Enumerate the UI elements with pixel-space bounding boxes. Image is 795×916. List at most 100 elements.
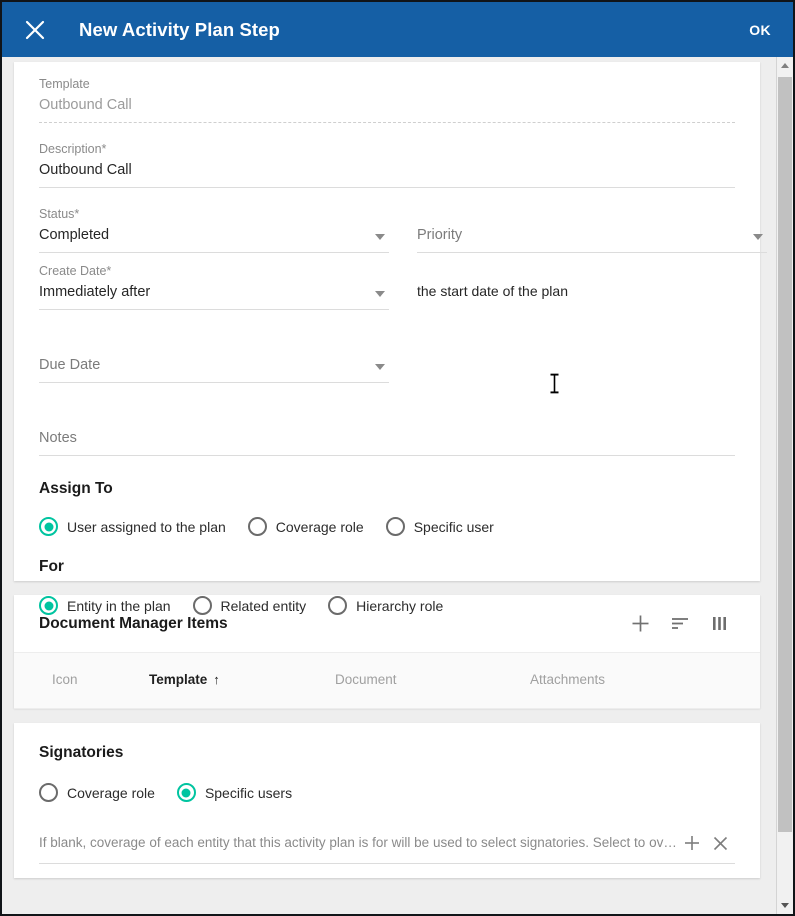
column-header-document[interactable]: Document — [335, 672, 397, 687]
priority-underline — [417, 252, 767, 253]
chevron-down-icon[interactable] — [753, 234, 763, 240]
signatories-input-underline — [39, 863, 735, 864]
column-header-attachments[interactable]: Attachments — [530, 672, 605, 687]
notes-input[interactable]: Notes — [39, 425, 735, 449]
status-field[interactable]: Status* Completed — [39, 206, 389, 253]
notes-underline — [39, 455, 735, 456]
description-underline — [39, 187, 735, 188]
template-value: Outbound Call — [39, 97, 132, 113]
dialog-window: New Activity Plan Step OK Template Outbo… — [0, 0, 795, 916]
sort-ascending-icon: ↑ — [213, 672, 220, 687]
notes-field[interactable]: Notes — [39, 383, 735, 456]
create-date-field[interactable]: Create Date* Immediately after — [39, 263, 389, 310]
columns-button[interactable] — [700, 605, 740, 643]
create-date-helper-text: the start date of the plan — [417, 283, 568, 299]
status-value[interactable]: Completed — [39, 222, 389, 246]
plus-icon — [684, 836, 699, 850]
close-icon — [25, 20, 45, 39]
vertical-scrollbar[interactable] — [776, 57, 793, 914]
column-spacer — [389, 263, 417, 310]
radio-selected-icon — [39, 596, 58, 615]
priority-field[interactable]: Priority — [417, 206, 767, 253]
sort-button[interactable] — [660, 605, 700, 643]
assign-to-option-specific-user[interactable]: Specific user — [385, 517, 494, 536]
create-date-row: Create Date* Immediately after the start… — [39, 253, 735, 310]
radio-unselected-icon — [39, 783, 58, 802]
signatories-radio-group: Coverage role Specific users — [39, 763, 735, 802]
signatories-input[interactable]: If blank, coverage of each entity that t… — [39, 832, 677, 854]
due-date-field[interactable]: Due Date — [39, 336, 389, 383]
add-document-button[interactable] — [620, 605, 660, 643]
description-input[interactable]: Outbound Call — [39, 157, 735, 181]
priority-label — [417, 206, 767, 222]
chevron-down-icon[interactable] — [375, 234, 385, 240]
for-option-entity-in-plan[interactable]: Entity in the plan — [39, 596, 171, 615]
assign-to-section: Assign To User assigned to the plan Cove… — [39, 456, 735, 536]
create-date-value[interactable]: Immediately after — [39, 279, 389, 303]
scroll-down-arrow-icon — [781, 903, 789, 908]
columns-icon — [713, 617, 726, 630]
radio-label: Related entity — [220, 597, 307, 614]
signatories-title: Signatories — [39, 744, 124, 761]
scroll-up-button[interactable] — [777, 57, 793, 74]
assign-to-title: Assign To — [39, 480, 113, 497]
radio-unselected-icon — [247, 517, 267, 536]
column-header-label: Attachments — [530, 672, 606, 687]
assign-to-option-user-assigned[interactable]: User assigned to the plan — [39, 517, 226, 536]
due-date-row: Due Date — [39, 310, 735, 383]
signatories-option-coverage-role[interactable]: Coverage role — [39, 783, 155, 802]
description-field[interactable]: Description* Outbound Call — [39, 132, 735, 196]
radio-unselected-icon — [328, 596, 348, 615]
column-header-template[interactable]: Template ↑ — [149, 672, 220, 687]
for-title: For — [39, 558, 64, 575]
due-date-label — [39, 336, 389, 352]
scroll-down-button[interactable] — [777, 897, 793, 914]
template-underline — [39, 122, 735, 123]
chevron-down-icon[interactable] — [375, 364, 385, 370]
signatories-card: Signatories Coverage role Specific users… — [14, 723, 760, 878]
due-date-value[interactable]: Due Date — [39, 352, 389, 376]
status-priority-row: Status* Completed Priority — [39, 196, 767, 253]
ok-button[interactable]: OK — [747, 18, 773, 42]
close-icon — [713, 836, 728, 850]
activity-step-form-card: Template Outbound Call Description* Outb… — [14, 62, 767, 615]
radio-label: Coverage role — [67, 784, 155, 801]
signatories-option-specific-users[interactable]: Specific users — [176, 783, 293, 802]
document-manager-actions — [620, 605, 740, 643]
notes-label — [39, 409, 735, 425]
assign-to-radio-group: User assigned to the plan Coverage role … — [39, 499, 735, 536]
priority-value[interactable]: Priority — [417, 222, 767, 246]
for-option-hierarchy-role[interactable]: Hierarchy role — [328, 596, 443, 615]
plus-icon — [632, 615, 648, 632]
for-option-related-entity[interactable]: Related entity — [192, 596, 307, 615]
radio-label: Coverage role — [275, 518, 364, 535]
column-spacer — [389, 336, 417, 383]
radio-label: Hierarchy role — [356, 597, 444, 614]
radio-selected-icon — [39, 517, 58, 536]
scrollbar-thumb[interactable] — [778, 77, 792, 832]
close-button[interactable] — [18, 13, 52, 47]
radio-label: Specific users — [204, 784, 293, 801]
column-header-label: Template — [149, 672, 208, 687]
page-title: New Activity Plan Step — [79, 18, 280, 40]
signatories-clear-button[interactable] — [706, 830, 735, 856]
description-label: Description* — [39, 142, 107, 156]
radio-unselected-icon — [385, 517, 405, 536]
sort-icon — [671, 618, 688, 629]
chevron-down-icon[interactable] — [375, 291, 385, 297]
status-underline — [39, 252, 389, 253]
column-header-label: Document — [335, 672, 397, 687]
column-spacer — [389, 206, 417, 253]
document-manager-title: Document Manager Items — [39, 614, 228, 632]
radio-label: Entity in the plan — [67, 597, 171, 614]
signatories-add-button[interactable] — [677, 830, 706, 856]
signatories-input-actions — [677, 830, 735, 856]
radio-label: Specific user — [413, 518, 494, 535]
column-header-icon[interactable]: Icon — [52, 672, 78, 687]
document-manager-table-header: Icon Template ↑ Document Attachments — [14, 652, 760, 709]
template-label: Template — [39, 77, 90, 91]
dialog-titlebar: New Activity Plan Step OK — [2, 2, 793, 57]
assign-to-option-coverage-role[interactable]: Coverage role — [247, 517, 364, 536]
create-date-label: Create Date* — [39, 264, 112, 278]
status-label: Status* — [39, 207, 80, 221]
